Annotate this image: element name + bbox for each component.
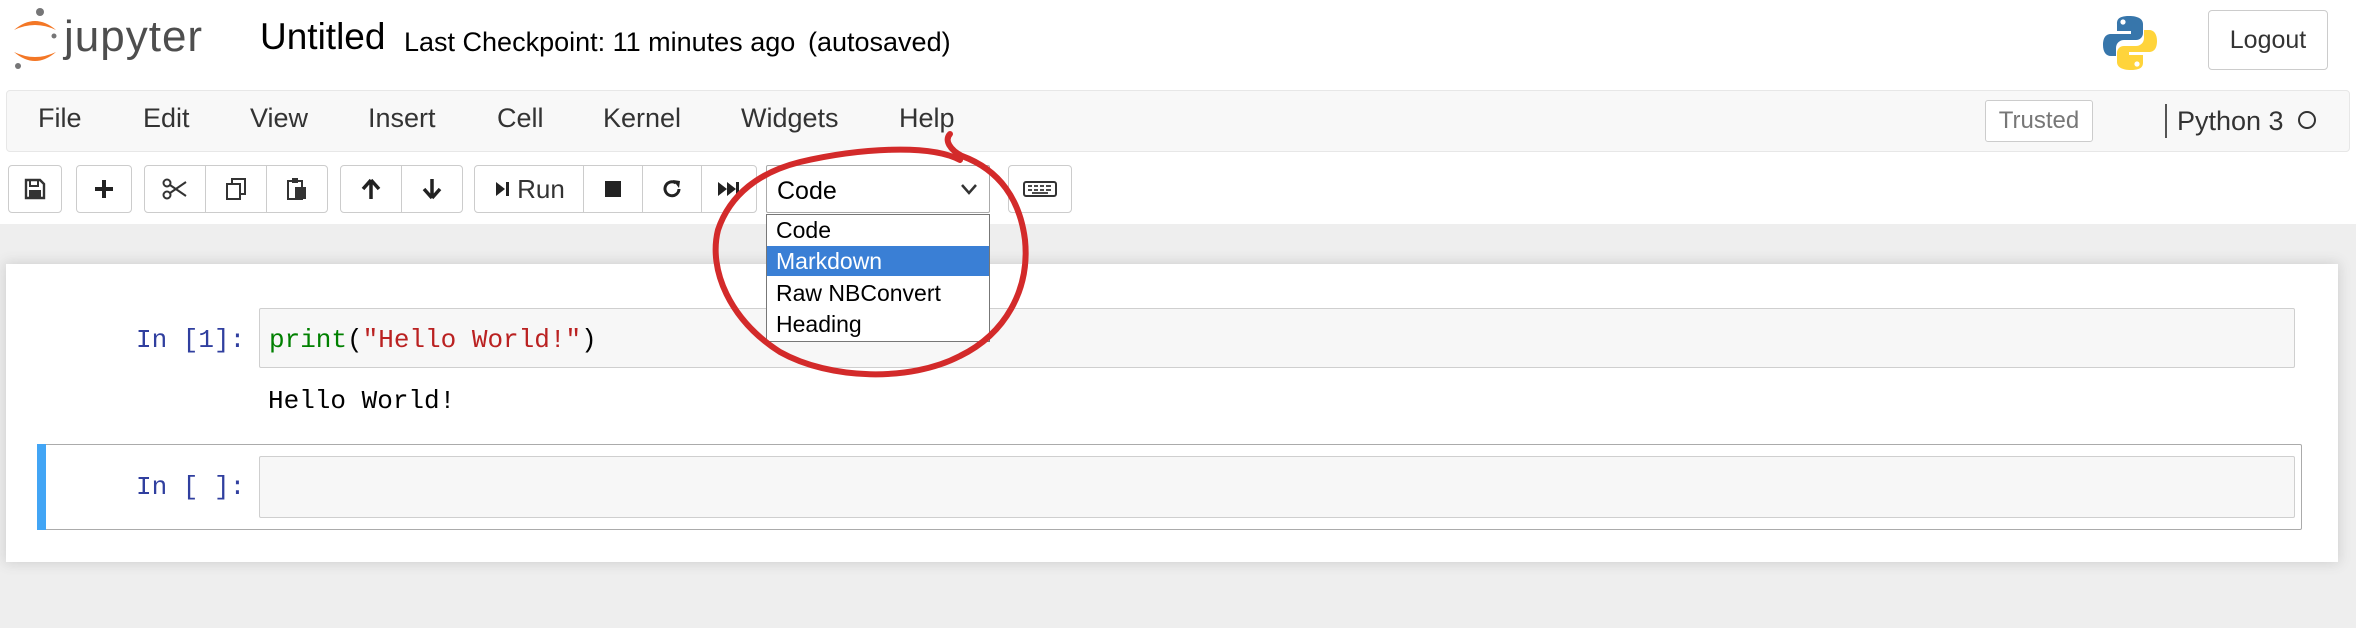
cut-button[interactable] xyxy=(144,165,206,213)
kernel-divider xyxy=(2165,104,2167,138)
menu-view[interactable]: View xyxy=(250,103,308,134)
trusted-indicator[interactable]: Trusted xyxy=(1985,100,2093,142)
logo-text: jupyter xyxy=(64,12,204,61)
code-token-paren-close: ) xyxy=(581,325,597,355)
selected-cell-indicator xyxy=(37,444,46,530)
move-up-button[interactable] xyxy=(340,165,402,213)
input-prompt: In [1]: xyxy=(136,325,246,355)
menu-help[interactable]: Help xyxy=(899,103,955,134)
arrow-up-icon xyxy=(361,178,381,199)
save-icon xyxy=(24,178,46,200)
toolbar-run-group: Run xyxy=(474,165,757,213)
menu-file[interactable]: File xyxy=(38,103,82,134)
jupyter-logo-icon xyxy=(14,8,57,69)
toolbar-save-group xyxy=(8,165,62,213)
header: jupyter Untitled Last Checkpoint: 11 min… xyxy=(0,0,2356,84)
cell-output: Hello World! xyxy=(268,386,456,416)
menu-kernel[interactable]: Kernel xyxy=(603,103,681,134)
paste-icon xyxy=(287,178,306,200)
cell-type-value: Code xyxy=(777,177,837,205)
restart-button[interactable] xyxy=(642,165,702,213)
move-down-button[interactable] xyxy=(401,165,463,213)
toolbar-insert-group xyxy=(76,165,132,213)
chevron-down-icon xyxy=(961,184,977,195)
menu-cell[interactable]: Cell xyxy=(497,103,544,134)
kernel-name[interactable]: Python 3 xyxy=(2177,106,2284,137)
toolbar-edit-group xyxy=(144,165,328,213)
fast-forward-icon xyxy=(718,182,739,196)
code-line: print("Hello World!") xyxy=(269,325,597,355)
option-heading[interactable]: Heading xyxy=(767,309,989,339)
stop-icon xyxy=(605,181,621,197)
kernel-idle-icon xyxy=(2298,111,2316,129)
code-token-paren-open: ( xyxy=(347,325,363,355)
toolbar-move-group xyxy=(340,165,463,213)
paste-button[interactable] xyxy=(266,165,328,213)
interrupt-button[interactable] xyxy=(583,165,643,213)
run-label: Run xyxy=(517,173,565,204)
plus-icon xyxy=(95,180,113,198)
copy-button[interactable] xyxy=(205,165,267,213)
restart-run-all-button[interactable] xyxy=(701,165,757,213)
run-button[interactable]: Run xyxy=(474,165,584,213)
option-markdown[interactable]: Markdown xyxy=(767,246,989,276)
keyboard-icon xyxy=(1023,181,1057,197)
input-prompt: In [ ]: xyxy=(136,472,246,502)
logout-button[interactable]: Logout xyxy=(2208,10,2328,70)
python-logo-icon xyxy=(2103,16,2157,70)
copy-icon xyxy=(226,178,246,200)
checkpoint-status: Last Checkpoint: 11 minutes ago xyxy=(404,27,796,57)
autosave-status: (autosaved) xyxy=(808,27,951,57)
jupyter-logo[interactable]: jupyter xyxy=(10,6,232,72)
option-raw-nbconvert[interactable]: Raw NBConvert xyxy=(767,278,989,308)
restart-icon xyxy=(663,180,681,198)
notebook-name[interactable]: Untitled xyxy=(260,16,385,58)
code-cell-input[interactable] xyxy=(259,456,2295,518)
menu-edit[interactable]: Edit xyxy=(143,103,190,134)
menu-insert[interactable]: Insert xyxy=(368,103,436,134)
command-palette-button[interactable] xyxy=(1008,165,1072,213)
cell-type-options: Code Markdown Raw NBConvert Heading xyxy=(766,214,990,342)
scissors-icon xyxy=(162,178,187,200)
insert-cell-button[interactable] xyxy=(76,165,132,213)
code-token-function: print xyxy=(269,325,348,355)
code-token-string: "Hello World!" xyxy=(362,325,582,355)
arrow-down-icon xyxy=(422,179,442,200)
step-forward-icon xyxy=(496,182,510,196)
cell-type-select[interactable]: Code xyxy=(766,165,990,213)
toolbar-keyboard-group xyxy=(1008,165,1072,213)
option-code[interactable]: Code xyxy=(767,215,989,245)
save-button[interactable] xyxy=(8,165,62,213)
menu-widgets[interactable]: Widgets xyxy=(741,103,839,134)
